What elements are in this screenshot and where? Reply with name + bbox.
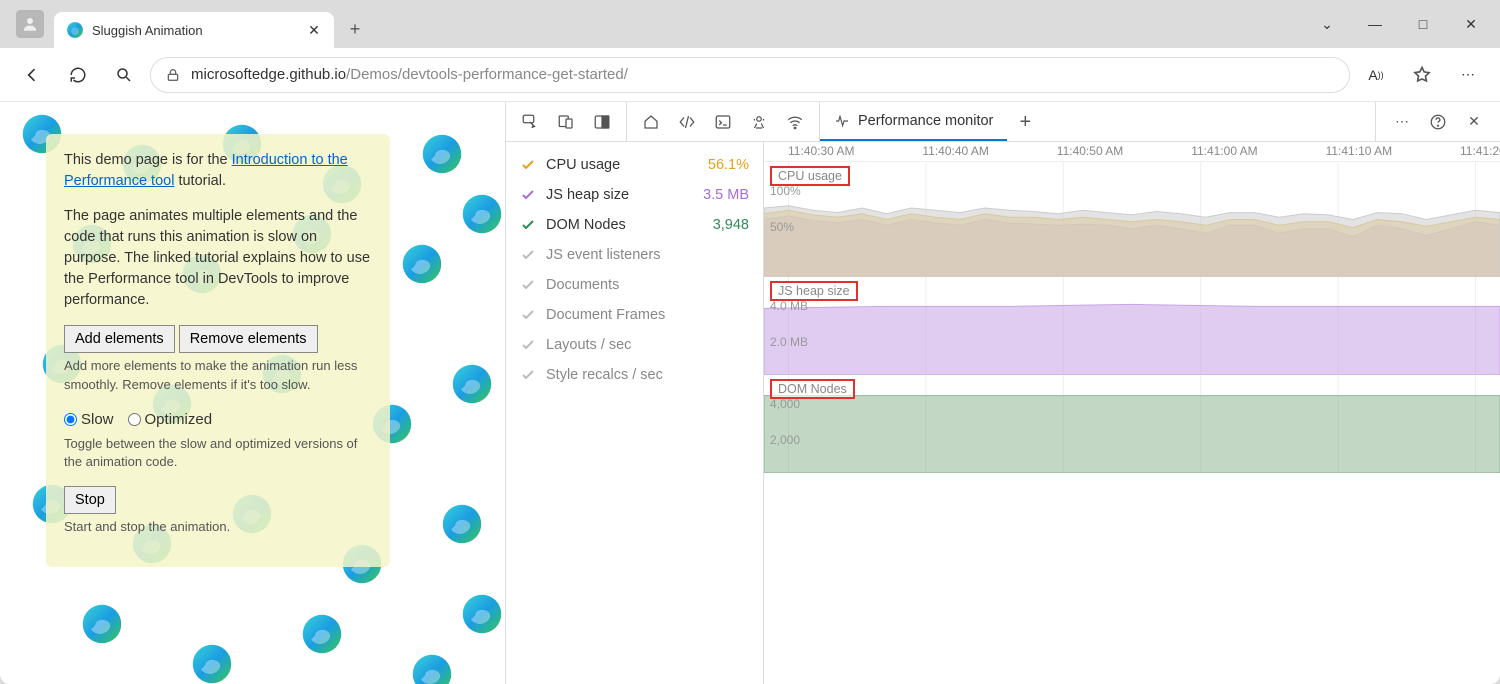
optimized-radio[interactable]: Optimized [128,409,213,431]
reload-button[interactable] [58,55,98,95]
chevron-down-icon[interactable]: ⌄ [1304,4,1350,44]
browser-tab[interactable]: Sluggish Animation ✕ [54,12,334,48]
elements-icon[interactable] [669,102,705,142]
metric-row[interactable]: Document Frames [506,300,763,330]
chart-label: CPU usage [770,166,850,186]
sources-icon[interactable] [741,102,777,142]
metrics-list: CPU usage56.1%JS heap size3.5 MBDOM Node… [506,142,764,684]
more-tabs-button[interactable]: + [1007,102,1043,142]
stop-button[interactable]: Stop [64,486,116,514]
chart-label: JS heap size [770,281,858,301]
device-emulation-icon[interactable] [548,102,584,142]
more-button[interactable]: ⋯ [1448,55,1488,95]
slow-radio[interactable]: Slow [64,409,114,431]
pulse-icon [834,113,850,129]
body-paragraph: The page animates multiple elements and … [64,206,372,311]
metric-row[interactable]: DOM Nodes3,948 [506,210,763,240]
titlebar: Sluggish Animation ✕ + ⌄ ― □ ✕ [0,0,1500,48]
tab-label: Performance monitor [858,113,993,129]
favorite-button[interactable] [1402,55,1442,95]
welcome-icon[interactable] [633,102,669,142]
dock-side-icon[interactable] [584,102,620,142]
maximize-button[interactable]: □ [1400,4,1446,44]
demo-info-panel: This demo page is for the Introduction t… [46,134,390,567]
new-tab-button[interactable]: + [338,12,372,46]
network-icon[interactable] [777,102,813,142]
address-bar[interactable]: microsoftedge.github.io/Demos/devtools-p… [150,57,1350,93]
inspect-element-icon[interactable] [512,102,548,142]
tab-close-button[interactable]: ✕ [306,22,322,38]
time-axis: 11:40:30 AM11:40:40 AM11:40:50 AM11:41:0… [764,142,1500,162]
metric-row[interactable]: Layouts / sec [506,330,763,360]
tab-title: Sluggish Animation [92,23,298,38]
chart-label: DOM Nodes [770,379,855,399]
intro-paragraph: This demo page is for the Introduction t… [64,150,372,192]
performance-monitor-tab[interactable]: Performance monitor [820,102,1007,141]
metric-row[interactable]: JS heap size3.5 MB [506,180,763,210]
lock-icon [165,67,181,83]
add-elements-button[interactable]: Add elements [64,325,175,353]
edge-favicon [66,21,84,39]
browser-toolbar: microsoftedge.github.io/Demos/devtools-p… [0,48,1500,102]
close-window-button[interactable]: ✕ [1448,4,1494,44]
search-button[interactable] [104,55,144,95]
close-devtools-button[interactable]: ✕ [1456,102,1492,142]
stop-hint: Start and stop the animation. [64,518,372,537]
help-icon[interactable] [1420,102,1456,142]
add-hint: Add more elements to make the animation … [64,357,372,395]
metric-row[interactable]: Documents [506,270,763,300]
toggle-hint: Toggle between the slow and optimized ve… [64,435,372,473]
read-aloud-button[interactable]: A)) [1356,55,1396,95]
profile-button[interactable] [16,10,44,38]
metric-row[interactable]: CPU usage56.1% [506,150,763,180]
page-viewport: This demo page is for the Introduction t… [0,102,506,684]
console-icon[interactable] [705,102,741,142]
remove-elements-button[interactable]: Remove elements [179,325,318,353]
devtools-panel: Performance monitor + ⋯ ✕ CPU usage56.1%… [506,102,1500,684]
devtools-more-icon[interactable]: ⋯ [1384,102,1420,142]
minimize-button[interactable]: ― [1352,4,1398,44]
charts-area: 11:40:30 AM11:40:40 AM11:40:50 AM11:41:0… [764,142,1500,684]
devtools-tabbar: Performance monitor + ⋯ ✕ [506,102,1500,142]
url-text: microsoftedge.github.io/Demos/devtools-p… [191,66,628,83]
metric-row[interactable]: Style recalcs / sec [506,360,763,390]
metric-row[interactable]: JS event listeners [506,240,763,270]
back-button[interactable] [12,55,52,95]
